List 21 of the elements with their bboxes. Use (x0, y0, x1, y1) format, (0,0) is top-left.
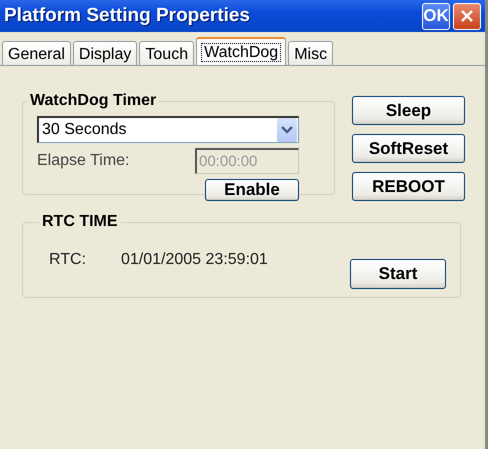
tab[interactable]: Misc (288, 41, 334, 65)
group-title: WatchDog Timer (29, 92, 158, 110)
rtc-value: 01/01/2005 23:59:01 (121, 251, 269, 269)
action-button[interactable]: REBOOT (352, 172, 465, 201)
chevron-down-icon (281, 126, 293, 134)
elapse-time-label: Elapse Time: (37, 152, 130, 170)
tab[interactable]: Touch (139, 41, 194, 65)
tab[interactable]: WatchDog (196, 37, 286, 65)
window-title: Platform Setting Properties (4, 5, 251, 27)
start-button[interactable]: Start (350, 259, 446, 289)
enable-button[interactable]: Enable (205, 179, 299, 201)
tab[interactable]: Display (72, 41, 138, 65)
tab[interactable]: General (2, 41, 71, 65)
rtc-label: RTC: (49, 251, 88, 269)
ok-button[interactable]: OK (422, 2, 450, 30)
close-icon (459, 8, 475, 24)
interval-dropdown[interactable]: 30 Seconds (37, 116, 299, 143)
action-button[interactable]: Sleep (352, 96, 465, 125)
action-button[interactable]: SoftReset (352, 134, 465, 163)
group-title: RTC TIME (41, 213, 119, 231)
close-button[interactable] (453, 2, 481, 30)
